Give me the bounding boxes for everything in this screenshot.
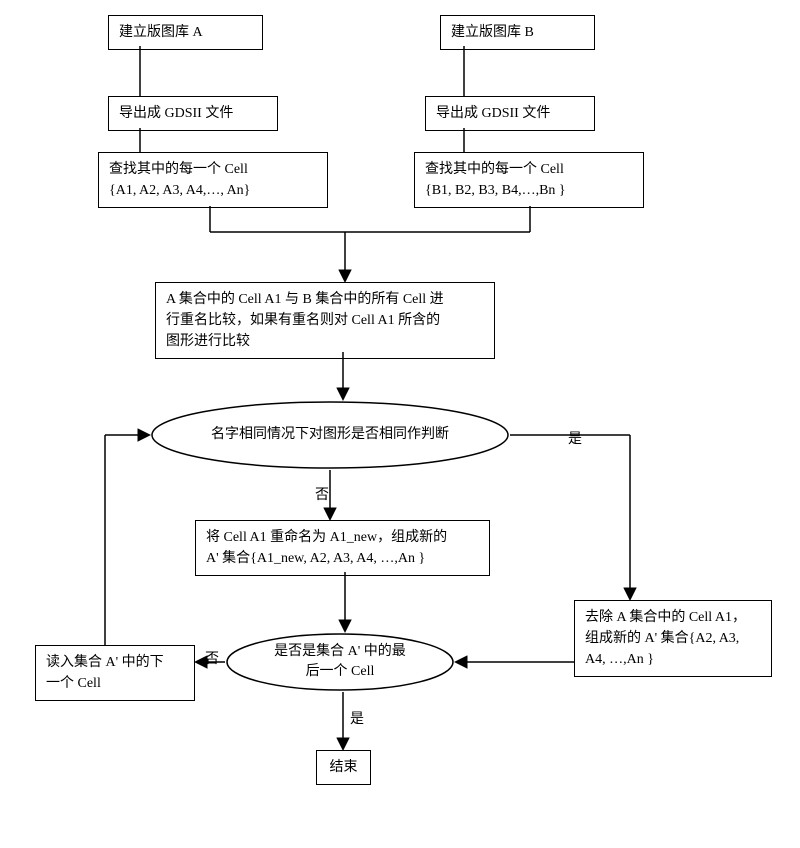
text: 建立版图库 B xyxy=(451,25,534,40)
text-l2: 行重名比较，如果有重名则对 Cell A1 所含的 xyxy=(166,310,484,331)
text-l1: 去除 A 集合中的 Cell A1， xyxy=(585,607,761,628)
box-read-next: 读入集合 A' 中的下 一个 Cell xyxy=(35,645,195,701)
box-create-lib-b: 建立版图库 B xyxy=(440,15,595,50)
label-yes-2: 是 xyxy=(350,708,364,728)
text: 导出成 GDSII 文件 xyxy=(119,106,233,121)
text-l2: 一个 Cell xyxy=(46,673,184,694)
text-l3: A4, …,An } xyxy=(585,649,761,670)
box-find-cells-a: 查找其中的每一个 Cell {A1, A2, A3, A4,…, An} xyxy=(98,152,328,208)
box-remove: 去除 A 集合中的 Cell A1， 组成新的 A' 集合{A2, A3, A4… xyxy=(574,600,772,677)
text-l1: A 集合中的 Cell A1 与 B 集合中的所有 Cell 进 xyxy=(166,289,484,310)
label-no-1: 否 xyxy=(315,484,329,504)
text-l1: 查找其中的每一个 Cell xyxy=(425,159,633,180)
text: 导出成 GDSII 文件 xyxy=(436,106,550,121)
decision-same-shape: 名字相同情况下对图形是否相同作判断 xyxy=(150,400,510,470)
decision-text: 是否是集合 A' 中的最 后一个 Cell xyxy=(225,632,455,692)
label-yes-1: 是 xyxy=(568,428,582,448)
text-l2: {A1, A2, A3, A4,…, An} xyxy=(109,180,317,201)
text-l1: 读入集合 A' 中的下 xyxy=(46,652,184,673)
box-compare: A 集合中的 Cell A1 与 B 集合中的所有 Cell 进 行重名比较，如… xyxy=(155,282,495,359)
text-l2: A' 集合{A1_new, A2, A3, A4, …,An } xyxy=(206,548,479,569)
box-create-lib-a: 建立版图库 A xyxy=(108,15,263,50)
text-l1: 查找其中的每一个 Cell xyxy=(109,159,317,180)
box-find-cells-b: 查找其中的每一个 Cell {B1, B2, B3, B4,…,Bn } xyxy=(414,152,644,208)
box-export-gds-b: 导出成 GDSII 文件 xyxy=(425,96,595,131)
decision-text: 名字相同情况下对图形是否相同作判断 xyxy=(150,400,510,470)
box-end: 结束 xyxy=(316,750,371,785)
text-l2: {B1, B2, B3, B4,…,Bn } xyxy=(425,180,633,201)
box-rename: 将 Cell A1 重命名为 A1_new，组成新的 A' 集合{A1_new,… xyxy=(195,520,490,576)
decision-last-cell: 是否是集合 A' 中的最 后一个 Cell xyxy=(225,632,455,692)
text-l2: 后一个 Cell xyxy=(274,662,406,682)
text-l1: 是否是集合 A' 中的最 xyxy=(274,642,406,662)
box-export-gds-a: 导出成 GDSII 文件 xyxy=(108,96,278,131)
text: 建立版图库 A xyxy=(119,25,203,40)
text: 结束 xyxy=(330,760,358,775)
text-l1: 将 Cell A1 重命名为 A1_new，组成新的 xyxy=(206,527,479,548)
text-l2: 组成新的 A' 集合{A2, A3, xyxy=(585,628,761,649)
label-no-2: 否 xyxy=(205,648,219,668)
text-l3: 图形进行比较 xyxy=(166,331,484,352)
